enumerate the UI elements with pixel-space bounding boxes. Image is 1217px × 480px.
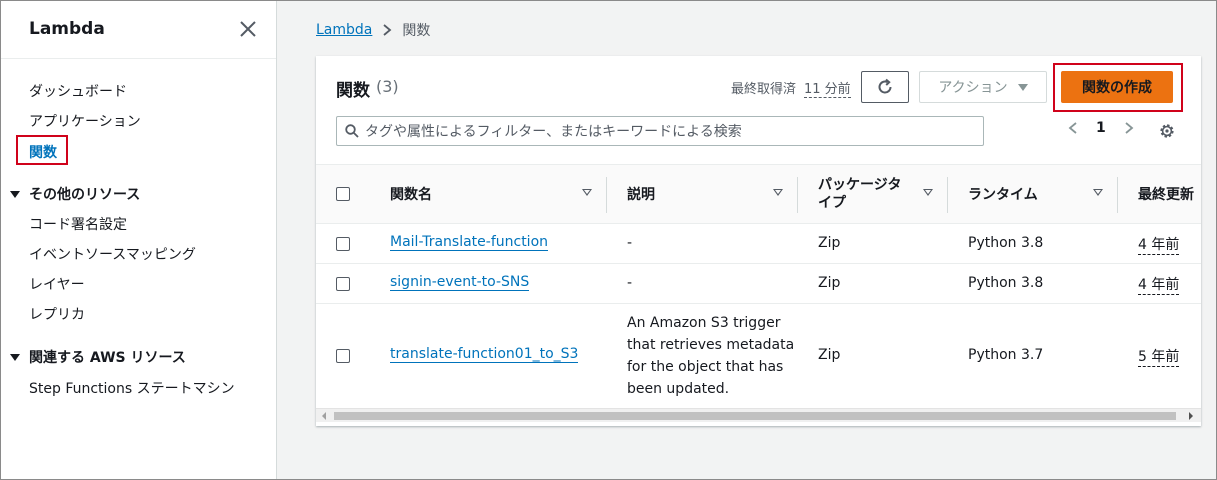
runtime: Python 3.8 bbox=[968, 235, 1044, 251]
function-description: An Amazon S3 trigger that retrieves meta… bbox=[627, 315, 795, 397]
caret-down-icon bbox=[10, 190, 20, 198]
column-divider bbox=[947, 177, 948, 213]
sort-icon[interactable] bbox=[773, 189, 783, 196]
caret-down-icon bbox=[10, 353, 20, 361]
pagination: 1 bbox=[1066, 120, 1136, 136]
package-type: Zip bbox=[818, 275, 841, 291]
scroll-right-icon[interactable] bbox=[1189, 412, 1193, 420]
next-page-icon[interactable] bbox=[1122, 121, 1136, 135]
scroll-left-icon[interactable] bbox=[322, 412, 326, 420]
function-count: (3) bbox=[376, 77, 399, 96]
table-row: Mail-Translate-function - Zip Python 3.8… bbox=[316, 224, 1201, 264]
sort-icon[interactable] bbox=[582, 189, 592, 196]
table-row: translate-function01_to_S3 An Amazon S3 … bbox=[316, 304, 1201, 408]
breadcrumb-current: 関数 bbox=[402, 23, 431, 39]
highlight-box-functions bbox=[16, 135, 68, 165]
row-checkbox[interactable] bbox=[336, 349, 350, 363]
sidebar-section-label: 関連する AWS リソース bbox=[29, 350, 186, 366]
column-header-description[interactable]: 説明 bbox=[627, 165, 655, 223]
sidebar-header: Lambda bbox=[1, 1, 276, 59]
runtime: Python 3.7 bbox=[968, 347, 1044, 363]
breadcrumb-lambda-link[interactable]: Lambda bbox=[316, 22, 372, 38]
close-icon[interactable] bbox=[237, 18, 259, 40]
row-checkbox[interactable] bbox=[336, 237, 350, 251]
function-name-link[interactable]: signin-event-to-SNS bbox=[390, 274, 530, 291]
search-icon bbox=[345, 124, 359, 138]
runtime: Python 3.8 bbox=[968, 275, 1044, 291]
search-placeholder: タグや属性によるフィルター、またはキーワードによる検索 bbox=[365, 124, 742, 140]
last-modified: 4 年前 bbox=[1138, 274, 1180, 295]
page-number[interactable]: 1 bbox=[1096, 120, 1106, 136]
column-header-name[interactable]: 関数名 bbox=[390, 165, 432, 223]
sidebar: Lambda ダッシュボード アプリケーション 関数 その他のリソース コード署… bbox=[1, 1, 277, 479]
row-checkbox[interactable] bbox=[336, 277, 350, 291]
last-modified: 4 年前 bbox=[1138, 234, 1180, 255]
table-row: signin-event-to-SNS - Zip Python 3.8 4 年… bbox=[316, 264, 1201, 304]
package-type: Zip bbox=[818, 347, 841, 363]
function-name-link[interactable]: Mail-Translate-function bbox=[390, 234, 549, 251]
column-header-last-modified[interactable]: 最終更新 bbox=[1138, 165, 1194, 223]
function-name-link[interactable]: translate-function01_to_S3 bbox=[390, 346, 579, 363]
panel-title: 関数 bbox=[336, 81, 370, 101]
sidebar-item-layers[interactable]: レイヤー bbox=[29, 274, 85, 294]
column-header-package-type[interactable]: パッケージタ イプ bbox=[818, 165, 901, 223]
horizontal-scrollbar[interactable] bbox=[316, 408, 1201, 422]
sidebar-item-applications[interactable]: アプリケーション bbox=[29, 111, 141, 131]
select-all-checkbox[interactable] bbox=[336, 187, 350, 201]
highlight-box-create-button bbox=[1053, 63, 1183, 112]
sidebar-section-aws-resources[interactable]: 関連する AWS リソース bbox=[10, 347, 186, 367]
function-description: - bbox=[627, 275, 633, 291]
breadcrumb: Lambda 関数 bbox=[316, 20, 430, 40]
caret-down-icon bbox=[1017, 83, 1028, 91]
package-type: Zip bbox=[818, 235, 841, 251]
sidebar-item-event-source-mapping[interactable]: イベントソースマッピング bbox=[29, 244, 196, 264]
column-divider bbox=[1117, 177, 1118, 213]
column-header-runtime[interactable]: ランタイム bbox=[968, 165, 1038, 223]
last-fetch-label: 最終取得済 bbox=[731, 82, 797, 97]
refresh-button[interactable] bbox=[861, 71, 909, 103]
table-header: 関数名 説明 パッケージタ イプ ランタイム 最終更新 bbox=[316, 164, 1201, 224]
sidebar-title: Lambda bbox=[29, 19, 105, 39]
actions-label: アクション bbox=[938, 80, 1008, 96]
last-modified: 5 年前 bbox=[1138, 346, 1180, 367]
sidebar-item-code-signing[interactable]: コード署名設定 bbox=[29, 214, 127, 234]
sidebar-item-step-functions[interactable]: Step Functions ステートマシン bbox=[29, 378, 235, 398]
sort-icon[interactable] bbox=[1093, 189, 1103, 196]
prev-page-icon[interactable] bbox=[1066, 121, 1080, 135]
sidebar-item-dashboard[interactable]: ダッシュボード bbox=[29, 81, 127, 101]
sort-icon[interactable] bbox=[923, 189, 933, 196]
last-fetch-value: 11 分前 bbox=[804, 78, 851, 98]
search-input[interactable]: タグや属性によるフィルター、またはキーワードによる検索 bbox=[336, 116, 984, 146]
refresh-icon bbox=[878, 78, 892, 94]
column-divider bbox=[797, 177, 798, 213]
gear-icon[interactable] bbox=[1158, 122, 1176, 140]
sidebar-section-label: その他のリソース bbox=[29, 187, 141, 203]
column-divider bbox=[606, 177, 607, 213]
sidebar-item-replicas[interactable]: レプリカ bbox=[29, 304, 85, 324]
actions-dropdown[interactable]: アクション bbox=[919, 71, 1047, 103]
function-description: - bbox=[627, 235, 633, 251]
sidebar-section-other-resources[interactable]: その他のリソース bbox=[10, 184, 140, 204]
chevron-right-icon bbox=[383, 24, 392, 36]
scrollbar-thumb[interactable] bbox=[334, 412, 1176, 420]
